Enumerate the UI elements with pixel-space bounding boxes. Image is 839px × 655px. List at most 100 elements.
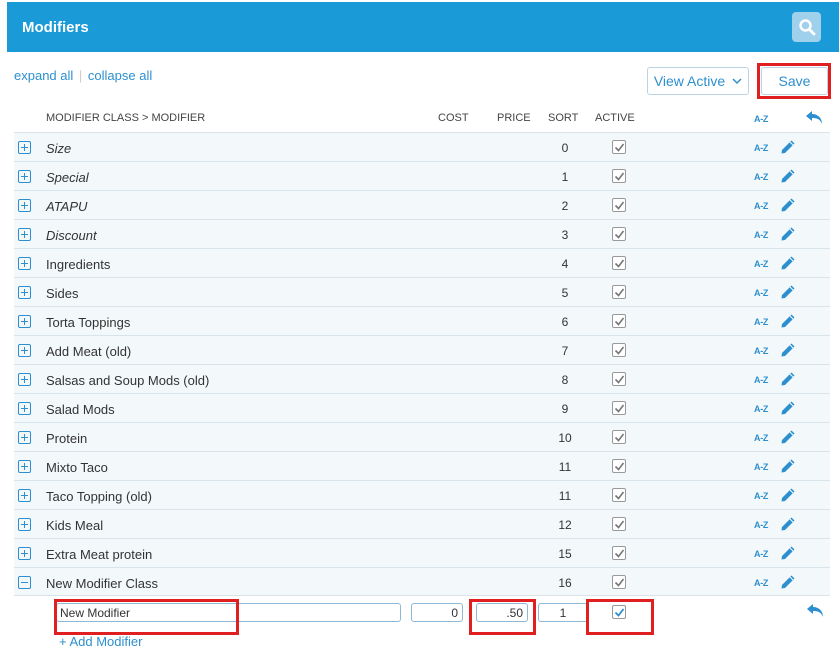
sort-az-button[interactable]: A-Z	[754, 491, 768, 501]
modifier-class-name[interactable]: Protein	[46, 431, 87, 446]
sort-az-button[interactable]: A-Z	[754, 520, 768, 530]
expand-toggle-icon[interactable]	[18, 431, 31, 444]
modifier-class-name[interactable]: Extra Meat protein	[46, 547, 152, 562]
sort-az-button[interactable]: A-Z	[754, 172, 768, 182]
table-row: Protein 10 A-Z	[14, 422, 830, 451]
modifier-class-name[interactable]: Torta Toppings	[46, 315, 130, 330]
sort-az-button[interactable]: A-Z	[754, 317, 768, 327]
expand-toggle-icon[interactable]	[18, 286, 31, 299]
pencil-icon[interactable]	[780, 487, 796, 503]
undo-icon[interactable]	[805, 110, 825, 126]
active-checkbox[interactable]	[612, 575, 626, 589]
expand-toggle-icon[interactable]	[18, 344, 31, 357]
active-checkbox[interactable]	[612, 401, 626, 415]
modifier-class-name[interactable]: Discount	[46, 228, 97, 243]
modifiers-header: Modifiers	[7, 2, 839, 52]
search-button[interactable]	[792, 12, 821, 42]
pencil-icon[interactable]	[780, 284, 796, 300]
active-checkbox[interactable]	[612, 169, 626, 183]
modifier-class-name[interactable]: New Modifier Class	[46, 576, 158, 591]
pencil-icon[interactable]	[780, 197, 796, 213]
expand-toggle-icon[interactable]	[18, 402, 31, 415]
sort-az-button[interactable]: A-Z	[754, 288, 768, 298]
expand-toggle-icon[interactable]	[18, 141, 31, 154]
pencil-icon[interactable]	[780, 255, 796, 271]
column-header-class-modifier: MODIFIER CLASS > MODIFIER	[46, 112, 206, 124]
active-checkbox[interactable]	[612, 227, 626, 241]
sort-az-button[interactable]: A-Z	[754, 259, 768, 269]
active-checkbox[interactable]	[612, 256, 626, 270]
modifier-cost-input[interactable]: 0	[411, 603, 463, 622]
expand-toggle-icon[interactable]	[18, 170, 31, 183]
checkmark-icon	[614, 433, 625, 442]
active-checkbox[interactable]	[612, 546, 626, 560]
expand-toggle-icon[interactable]	[18, 315, 31, 328]
sort-az-button[interactable]: A-Z	[754, 404, 768, 414]
pencil-icon[interactable]	[780, 574, 796, 590]
pencil-icon[interactable]	[780, 226, 796, 242]
expand-toggle-icon[interactable]	[18, 460, 31, 473]
expand-toggle-icon[interactable]	[18, 373, 31, 386]
sort-az-button[interactable]: A-Z	[754, 462, 768, 472]
modifier-class-name[interactable]: Kids Meal	[46, 518, 103, 533]
sort-az-button[interactable]: A-Z	[754, 143, 768, 153]
expand-toggle-icon[interactable]	[18, 489, 31, 502]
active-checkbox[interactable]	[612, 140, 626, 154]
sort-az-button[interactable]: A-Z	[754, 230, 768, 240]
pencil-icon[interactable]	[780, 342, 796, 358]
save-button[interactable]: Save	[761, 67, 828, 95]
checkmark-icon	[614, 549, 625, 558]
modifier-class-name[interactable]: Ingredients	[46, 257, 110, 272]
pencil-icon[interactable]	[780, 168, 796, 184]
column-header-sort: SORT	[548, 112, 579, 124]
collapse-toggle-icon[interactable]	[18, 576, 31, 589]
pencil-icon[interactable]	[780, 313, 796, 329]
modifier-class-name[interactable]: Taco Topping (old)	[46, 489, 152, 504]
sort-az-button[interactable]: A-Z	[754, 433, 768, 443]
active-checkbox[interactable]	[612, 372, 626, 386]
pencil-icon[interactable]	[780, 139, 796, 155]
table-row: Discount 3 A-Z	[14, 219, 830, 248]
expand-toggle-icon[interactable]	[18, 228, 31, 241]
pencil-icon[interactable]	[780, 429, 796, 445]
modifier-class-name[interactable]: Sides	[46, 286, 79, 301]
pencil-icon[interactable]	[780, 371, 796, 387]
active-checkbox[interactable]	[612, 198, 626, 212]
sort-az-button[interactable]: A-Z	[754, 375, 768, 385]
expand-all-link[interactable]: expand all	[14, 68, 73, 83]
modifier-class-name[interactable]: ATAPU	[46, 199, 87, 214]
active-checkbox[interactable]	[612, 430, 626, 444]
sort-az-button[interactable]: A-Z	[754, 346, 768, 356]
active-checkbox[interactable]	[612, 459, 626, 473]
pencil-icon[interactable]	[780, 545, 796, 561]
active-checkbox[interactable]	[612, 285, 626, 299]
sort-az-button[interactable]: A-Z	[754, 549, 768, 559]
expand-toggle-icon[interactable]	[18, 518, 31, 531]
sort-az-button[interactable]: A-Z	[754, 201, 768, 211]
checkmark-icon	[614, 143, 625, 152]
modifier-class-name[interactable]: Add Meat (old)	[46, 344, 131, 359]
modifier-class-name[interactable]: Size	[46, 141, 71, 156]
modifier-class-name[interactable]: Special	[46, 170, 89, 185]
pencil-icon[interactable]	[780, 516, 796, 532]
active-checkbox[interactable]	[612, 314, 626, 328]
expand-toggle-icon[interactable]	[18, 199, 31, 212]
sort-az-button[interactable]: A-Z	[754, 578, 768, 588]
table-row: Salad Mods 9 A-Z	[14, 393, 830, 422]
modifier-class-name[interactable]: Mixto Taco	[46, 460, 108, 475]
active-checkbox[interactable]	[612, 488, 626, 502]
add-modifier-link[interactable]: + Add Modifier	[59, 634, 142, 649]
undo-row-icon[interactable]	[806, 603, 826, 619]
modifier-class-name[interactable]: Salsas and Soup Mods (old)	[46, 373, 209, 388]
collapse-all-link[interactable]: collapse all	[88, 68, 152, 83]
active-checkbox[interactable]	[612, 343, 626, 357]
sort-az-all-button[interactable]: A-Z	[754, 114, 768, 124]
modifier-sort-input[interactable]: 1	[538, 603, 588, 622]
pencil-icon[interactable]	[780, 458, 796, 474]
expand-toggle-icon[interactable]	[18, 257, 31, 270]
active-checkbox[interactable]	[612, 517, 626, 531]
pencil-icon[interactable]	[780, 400, 796, 416]
expand-toggle-icon[interactable]	[18, 547, 31, 560]
modifier-class-name[interactable]: Salad Mods	[46, 402, 115, 417]
view-active-dropdown[interactable]: View Active	[647, 67, 749, 95]
